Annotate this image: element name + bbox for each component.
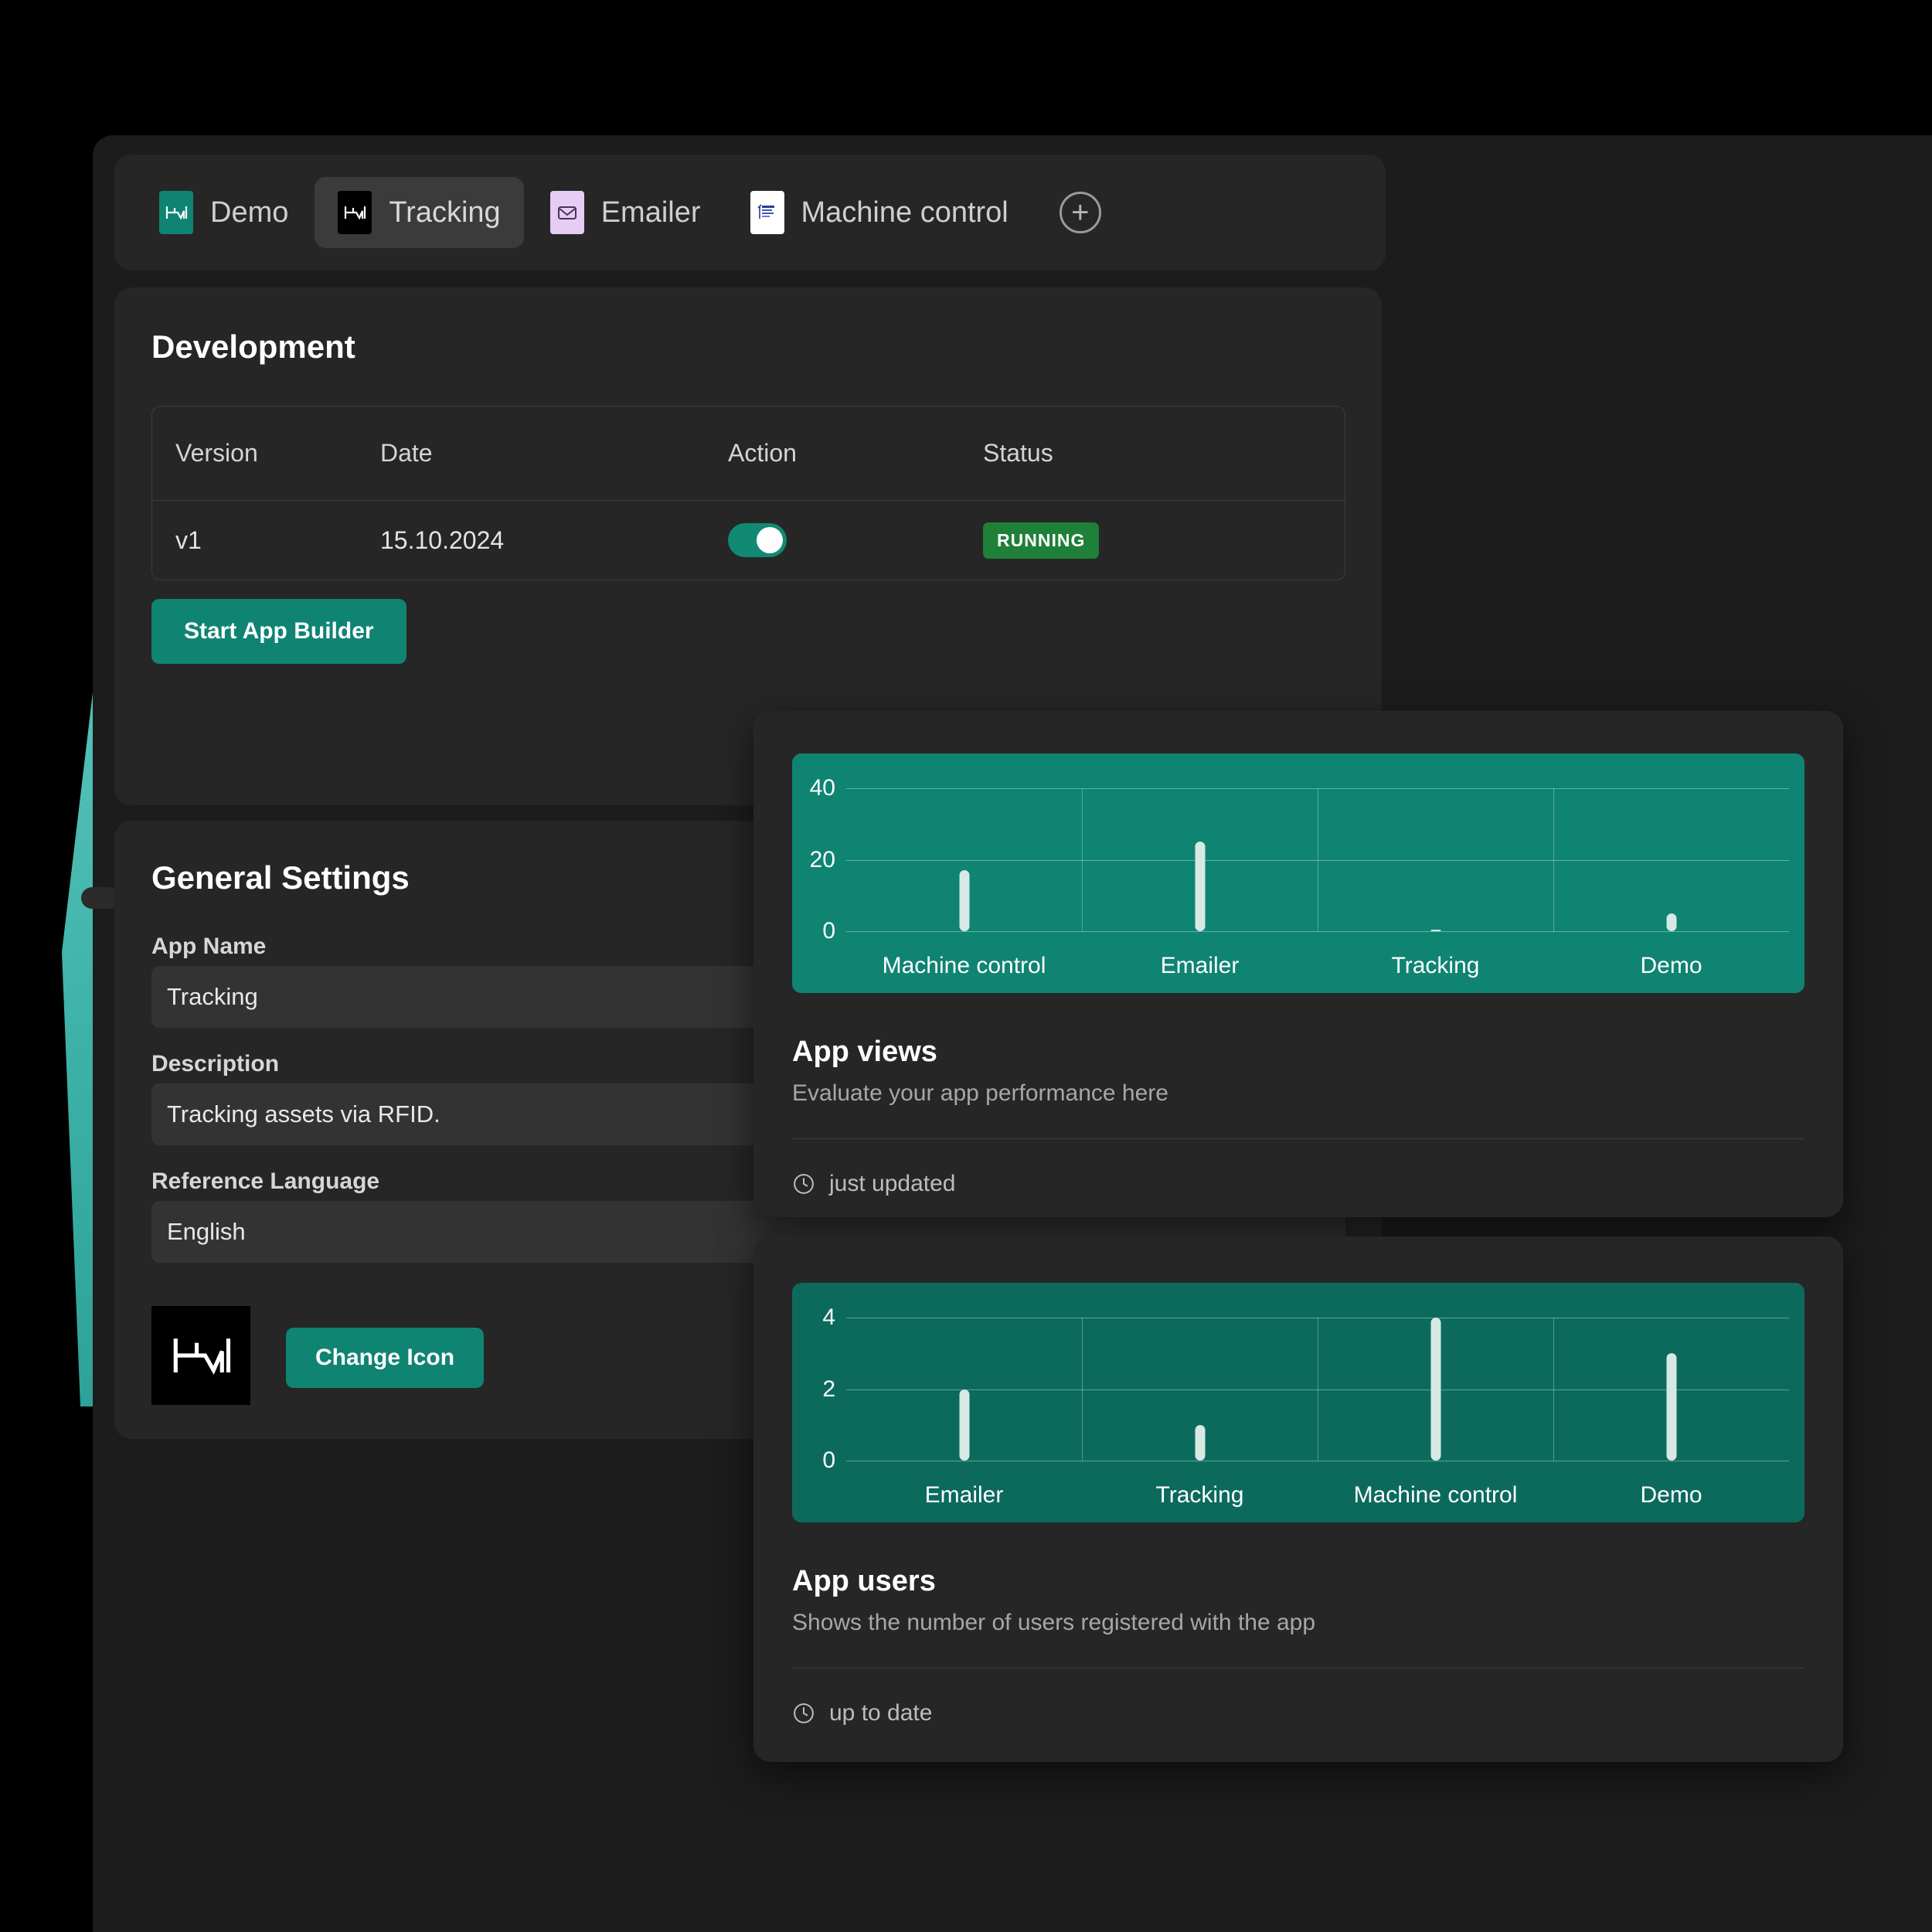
x-tick-label: Tracking (1155, 1482, 1244, 1508)
bar (1195, 842, 1205, 931)
views-bars: Machine control Emailer Tracking Demo (846, 788, 1789, 978)
y-tick-label: 2 (822, 1376, 835, 1402)
column-header-date: Date (380, 439, 433, 467)
app-views-card: 40 20 0 Machine control Emailer Tracking… (753, 711, 1843, 1217)
x-tick-label: Demo (1640, 953, 1702, 978)
app-views-heading: App views (792, 1036, 937, 1068)
tab-bar: Demo Tracking Emailer Machine control + (114, 155, 1386, 270)
bar-slot: Tracking (1082, 1318, 1318, 1508)
cell-date: 15.10.2024 (380, 526, 505, 554)
waveform-icon (173, 1338, 231, 1375)
tab-demo[interactable]: Demo (136, 177, 311, 248)
bar (959, 870, 969, 931)
waveform-icon (338, 191, 372, 234)
app-views-footer: just updated (792, 1171, 955, 1197)
app-users-subtitle: Shows the number of users registered wit… (792, 1610, 1316, 1635)
app-views-status-text: just updated (829, 1171, 956, 1196)
bar (1666, 913, 1676, 931)
development-table: Version Date Action Status v1 15.10.2024… (151, 406, 1345, 580)
tab-label: Emailer (600, 196, 701, 229)
cell-version: v1 (175, 526, 202, 554)
bar-slot: Emailer (1082, 788, 1318, 978)
clock-icon (794, 1174, 814, 1194)
tab-emailer[interactable]: Emailer (527, 177, 724, 248)
bar-slot: Demo (1553, 788, 1789, 978)
app-users-status-text: up to date (829, 1700, 933, 1726)
tab-tracking[interactable]: Tracking (315, 177, 524, 248)
column-header-version: Version (175, 439, 258, 467)
column-header-status: Status (983, 439, 1053, 467)
tab-label: Tracking (389, 196, 501, 229)
app-users-card: 4 2 0 Emailer Tracking Machine control D… (753, 1236, 1843, 1762)
divider (792, 1138, 1804, 1139)
users-plot-area: 4 2 0 Emailer Tracking Machine control D… (822, 1304, 1789, 1508)
users-bars: Emailer Tracking Machine control Demo (846, 1318, 1789, 1508)
app-name-label: App Name (151, 934, 267, 959)
y-tick-label: 4 (822, 1304, 835, 1330)
x-tick-label: Emailer (1160, 953, 1240, 978)
app-users-heading: App users (792, 1565, 936, 1597)
bar (1430, 929, 1440, 931)
change-icon-button[interactable]: Change Icon (286, 1328, 485, 1388)
x-tick-label: Machine control (882, 953, 1046, 978)
bar-slot: Demo (1553, 1318, 1789, 1508)
bar (1195, 1424, 1205, 1461)
document-icon (750, 191, 784, 234)
version-active-toggle[interactable] (728, 523, 787, 557)
views-plot-area: 40 20 0 Machine control Emailer Tracking… (810, 775, 1789, 978)
development-title: Development (151, 328, 355, 365)
tab-machine-control[interactable]: Machine control (727, 177, 1032, 248)
cell-status: RUNNING (983, 522, 1315, 559)
bar (1666, 1353, 1676, 1461)
reference-language-label: Reference Language (151, 1168, 380, 1194)
x-tick-label: Demo (1640, 1482, 1702, 1508)
x-tick-label: Machine control (1353, 1482, 1518, 1508)
cell-action (728, 523, 983, 557)
column-header-action: Action (728, 439, 797, 467)
settings-title: General Settings (151, 859, 410, 896)
bar (959, 1389, 969, 1461)
bar (1430, 1318, 1440, 1461)
envelope-icon (549, 191, 584, 234)
y-tick-label: 0 (822, 918, 835, 944)
table-row: v1 15.10.2024 RUNNING (152, 501, 1345, 580)
app-users-footer: up to date (792, 1700, 932, 1726)
tab-label: Demo (210, 196, 289, 229)
app-icon-preview (151, 1306, 250, 1405)
y-tick-label: 20 (809, 846, 835, 872)
bar-slot: Machine control (1318, 1318, 1553, 1508)
x-tick-label: Tracking (1391, 953, 1480, 978)
status-badge: RUNNING (983, 522, 1100, 559)
app-views-subtitle: Evaluate your app performance here (792, 1080, 1168, 1106)
table-header-row: Version Date Action Status (152, 406, 1345, 501)
y-tick-label: 0 (822, 1447, 835, 1473)
x-tick-label: Emailer (924, 1482, 1004, 1508)
gridline: 0 (822, 918, 1789, 944)
screenshot-root: Demo Tracking Emailer Machine control + … (0, 0, 1932, 1932)
waveform-icon (159, 191, 193, 234)
tab-label: Machine control (801, 196, 1009, 229)
app-views-chart: 40 20 0 Machine control Emailer Tracking… (792, 753, 1804, 993)
clock-icon (794, 1703, 814, 1723)
description-label: Description (151, 1051, 280, 1077)
start-app-builder-button[interactable]: Start App Builder (151, 599, 406, 664)
add-tab-button[interactable]: + (1059, 192, 1101, 233)
toggle-knob (757, 527, 783, 553)
bar-slot: Tracking (1318, 788, 1553, 978)
bar-slot: Machine control (846, 788, 1082, 978)
app-users-chart: 4 2 0 Emailer Tracking Machine control D… (792, 1283, 1804, 1522)
y-tick-label: 40 (809, 775, 835, 801)
bar-slot: Emailer (846, 1318, 1082, 1508)
